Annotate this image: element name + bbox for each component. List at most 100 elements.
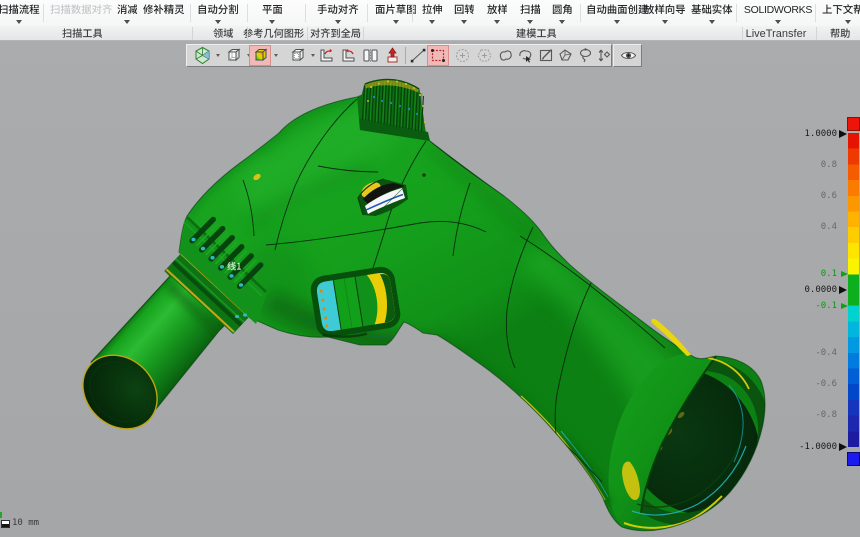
paint-select-icon[interactable] [536, 46, 556, 65]
ribbon-tab-cjk-5[interactable]: 平面 [257, 0, 288, 26]
extend-select-icon[interactable] [593, 46, 613, 65]
freeform-select-icon[interactable] [495, 46, 515, 65]
dropdown-arrow-icon [449, 17, 480, 24]
lasso-select-icon[interactable] [515, 46, 535, 65]
ribbon-group-5: LiveTransfer [739, 27, 813, 40]
ribbon-tab-cjk-12[interactable]: 圆角 [547, 0, 578, 26]
ribbon-group-3: 对齐到全局 [309, 27, 363, 40]
split-view-icon[interactable] [360, 46, 380, 65]
ribbon-group-row: 扫描工具领域参考几何图形对齐到全局建模工具LiveTransfer帮助 [0, 26, 860, 41]
ribbon-tab-cjk-15[interactable]: 基础实体 [686, 0, 738, 26]
toolbar-dropdown-arrow-icon[interactable] [216, 54, 220, 57]
color-scale-label: -0.6 [815, 379, 837, 389]
color-scale-marker-icon[interactable] [839, 130, 847, 138]
visibility-toolbar [613, 44, 642, 67]
color-scale-under-range [847, 452, 860, 466]
viewport-3d[interactable]: 线1 [0, 0, 860, 537]
color-scale-label: 0.4 [821, 222, 837, 232]
ribbon: 扫描流程扫描数据对齐消减修补精灵自动分割平面手动对齐面片草图拉伸回转放样扫描圆角… [0, 0, 860, 41]
boundary-cube-icon[interactable] [287, 46, 307, 65]
move-home-icon[interactable] [382, 46, 402, 65]
axis-triad-clipped [0, 512, 2, 518]
ribbon-group-2: 参考几何图形 [243, 27, 305, 40]
ribbon-group-0: 扫描工具 [22, 27, 142, 40]
rotate-plane-left-icon[interactable] [316, 46, 336, 65]
color-scale-label: 0.8 [821, 160, 837, 170]
dropdown-arrow-icon [639, 17, 691, 24]
ribbon-separator [247, 4, 248, 22]
visibility-eye-icon[interactable] [618, 46, 638, 65]
ribbon-tab-cjk-0[interactable]: 扫描流程 [0, 0, 45, 26]
ribbon-separator [580, 4, 581, 22]
dropdown-arrow-icon [417, 17, 448, 24]
color-scale-marker-icon[interactable] [841, 303, 848, 309]
ribbon-tab-cjk-11[interactable]: 扫描 [515, 0, 546, 26]
toolbar-dropdown-arrow-icon[interactable] [311, 54, 315, 57]
color-scale-marker-icon[interactable] [839, 443, 847, 451]
line-select-icon[interactable] [408, 46, 428, 65]
ribbon-group-separator [192, 27, 193, 40]
ribbon-group-separator [247, 27, 248, 40]
ribbon-tab-cjk-14[interactable]: 放样向导 [639, 0, 691, 26]
toolbar-dropdown-arrow-icon[interactable] [274, 54, 278, 57]
ribbon-tab-cjk-8[interactable]: 拉伸 [417, 0, 448, 26]
rope-select-icon[interactable] [575, 46, 595, 65]
scale-bar-label: 10 mm [12, 518, 39, 528]
color-scale-marker-icon[interactable] [841, 271, 848, 277]
dropdown-arrow-icon [686, 17, 738, 24]
ribbon-separator [305, 4, 306, 22]
color-scale-label: -0.1 [815, 301, 837, 311]
ribbon-tab-row: 扫描流程扫描数据对齐消减修补精灵自动分割平面手动对齐面片草图拉伸回转放样扫描圆角… [0, 0, 860, 26]
ribbon-separator [367, 4, 368, 22]
color-scale-label: 0.0000 [804, 285, 837, 295]
circle-select-icon[interactable] [452, 46, 472, 65]
color-scale-marker-icon[interactable] [839, 286, 847, 294]
view-toolbar [186, 44, 612, 67]
flood-select-icon[interactable] [555, 46, 575, 65]
ribbon-group-separator [307, 27, 308, 40]
shaded-mesh-icon[interactable] [192, 46, 212, 65]
ribbon-separator [43, 4, 44, 22]
dropdown-arrow-icon [515, 17, 546, 24]
ribbon-group-separator [816, 27, 817, 40]
ribbon-tab-cjk-4[interactable]: 自动分割 [192, 0, 244, 26]
ribbon-tab-cjk-7[interactable]: 面片草图 [370, 0, 422, 26]
color-scale-label: 0.1 [821, 269, 837, 279]
ribbon-tab-cjk-9[interactable]: 回转 [449, 0, 480, 26]
ribbon-tab-cjk-3[interactable]: 修补精灵 [138, 0, 190, 26]
dropdown-arrow-icon [312, 17, 364, 24]
toolbar-separator [405, 47, 406, 64]
dropdown-arrow-icon [192, 17, 244, 24]
ribbon-tab-cjk-1: 扫描数据对齐 [45, 0, 117, 26]
ribbon-separator [736, 4, 737, 22]
ribbon-tab-solidworks[interactable]: SOLIDWORKS [744, 0, 812, 26]
dropdown-arrow-icon [0, 17, 45, 24]
color-scale-bar[interactable] [848, 133, 859, 447]
polygon-select-icon[interactable] [474, 46, 494, 65]
ribbon-tab-cjk-10[interactable]: 放样 [482, 0, 513, 26]
ribbon-group-4: 建模工具 [507, 27, 565, 40]
deviation-color-scale: 1.00000.80.60.40.10.0000-0.1-0.4-0.6-0.8… [790, 0, 860, 537]
scale-bar-box [1, 520, 10, 528]
color-scale-label: -0.4 [815, 348, 837, 358]
color-scale-label: 0.6 [821, 191, 837, 201]
ribbon-tab-cjk-17[interactable]: 上下文帮助 [818, 0, 860, 26]
ribbon-group-separator [363, 27, 364, 40]
rotate-plane-right-icon[interactable] [338, 46, 358, 65]
ribbon-group-1: 领域 [199, 27, 249, 40]
ribbon-separator [190, 4, 191, 22]
rectangle-select-icon[interactable] [428, 46, 448, 65]
ribbon-group-separator [742, 27, 743, 40]
deviation-cube-icon[interactable] [250, 46, 270, 65]
color-scale-label: -1.0000 [799, 442, 837, 452]
dropdown-arrow-icon [547, 17, 578, 24]
dropdown-arrow-icon [370, 17, 422, 24]
dropdown-arrow-icon [482, 17, 513, 24]
dropdown-arrow-icon [257, 17, 288, 24]
color-scale-over-range [847, 117, 860, 131]
color-scale-label: 1.0000 [804, 129, 837, 139]
ribbon-tab-cjk-6[interactable]: 手动对齐 [312, 0, 364, 26]
ribbon-separator [815, 4, 816, 22]
dropdown-arrow-icon [818, 17, 860, 24]
wireframe-cube-icon[interactable] [223, 46, 243, 65]
